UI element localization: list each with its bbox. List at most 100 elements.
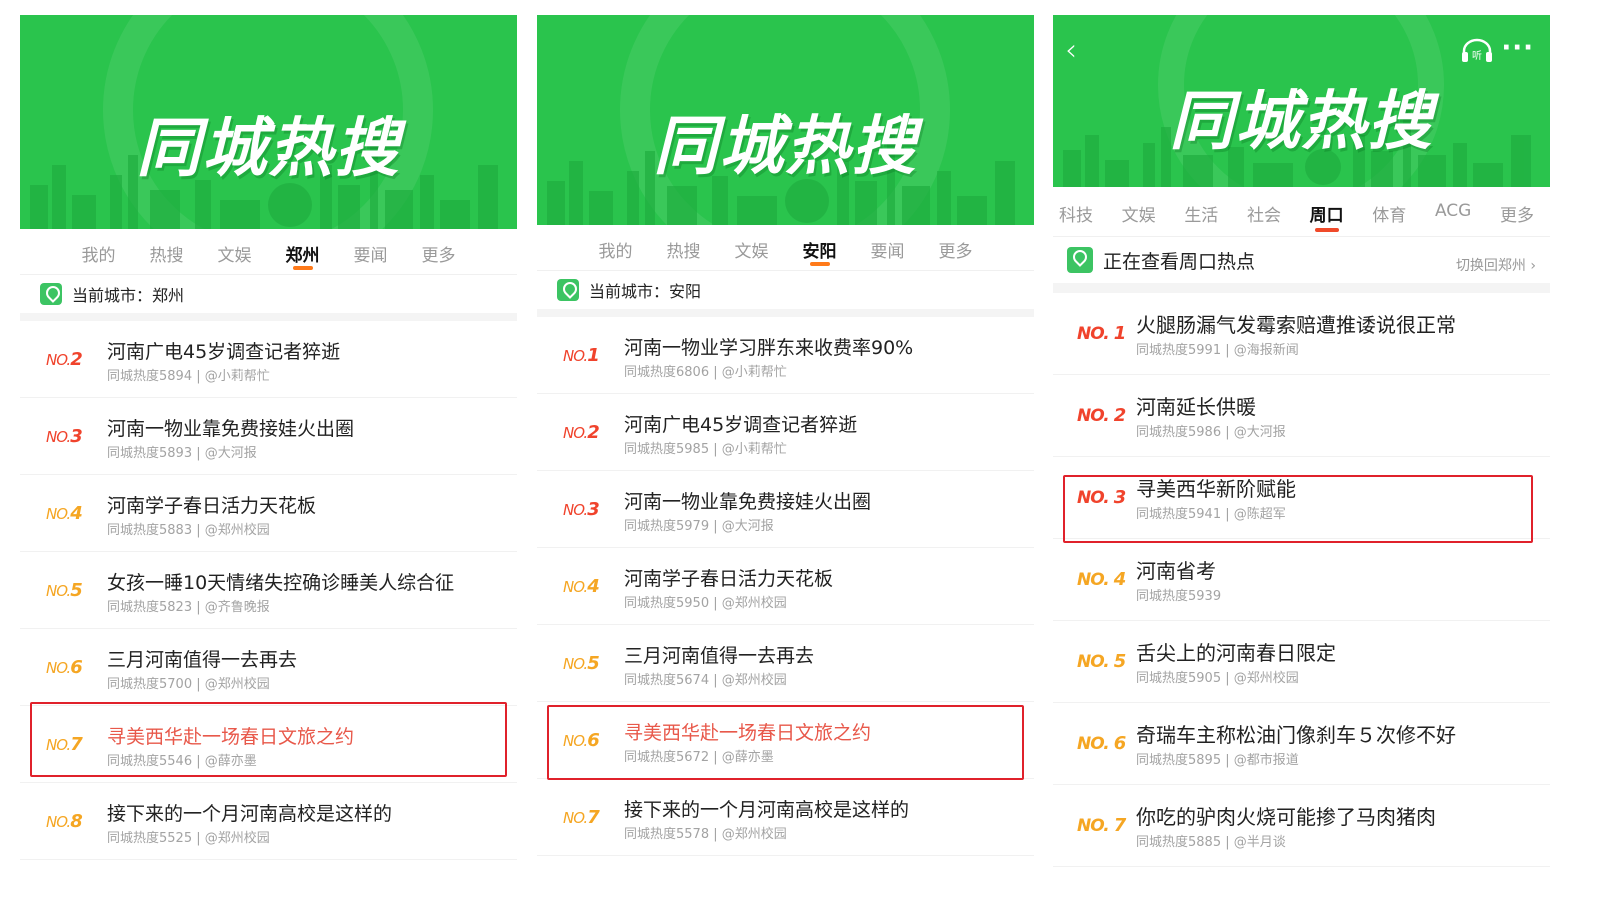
list-item[interactable]: NO.6 三月河南值得一去再去 同城热度5700 | @郑州校园 <box>20 629 517 706</box>
list-item[interactable]: NO.4 河南学子春日活力天花板 同城热度5950 | @郑州校园 <box>537 548 1034 625</box>
list-item[interactable]: NO. 7 你吃的驴肉火烧可能掺了马肉猪肉同城热度5885 | @半月谈 <box>1053 785 1550 867</box>
current-city-bar: 正在查看周口热点 切换回郑州 › <box>1053 237 1550 293</box>
list-item[interactable]: NO.4 河南学子春日活力天花板 同城热度5883 | @郑州校园 <box>20 475 517 552</box>
tab-news[interactable]: 要闻 <box>854 225 922 270</box>
rank-badge: NO.5 <box>46 580 83 601</box>
item-title: 河南学子春日活力天花板 <box>624 568 834 590</box>
item-title: 河南一物业靠免费接娃火出圈 <box>624 491 872 513</box>
hot-search-panel-zhoukou: ‹ 听 ··· 同城热搜 科技 文娱 生活 社会 周口 体育 ACG 更多 正在… <box>1053 15 1550 885</box>
item-title: 河南省考 <box>1136 559 1216 583</box>
tab-hot[interactable]: 热搜 <box>650 225 718 270</box>
banner: 同城热搜 <box>537 15 1034 225</box>
rank-badge: NO.3 <box>46 426 83 447</box>
item-meta: 同城热度5979 | @大河报 <box>624 519 774 534</box>
rank-badge: NO. 1 <box>1077 323 1126 344</box>
item-title: 河南延长供暖 <box>1136 395 1256 419</box>
location-pin-icon <box>40 283 62 305</box>
tab-city[interactable]: 安阳 <box>786 225 854 270</box>
item-title: 三月河南值得一去再去 <box>624 645 815 667</box>
rank-badge: NO.1 <box>563 345 600 366</box>
listen-headphone-icon[interactable]: 听 <box>1460 37 1494 63</box>
item-meta: 同城热度5950 | @郑州校园 <box>624 596 787 611</box>
list-item[interactable]: NO. 6 奇瑞车主称松油门像刹车５次修不好同城热度5895 | @都市报道 <box>1053 703 1550 785</box>
tab-mine[interactable]: 我的 <box>582 225 650 270</box>
list-item[interactable]: NO.8 接下来的一个月河南高校是这样的 同城热度5525 | @郑州校园 <box>20 783 517 860</box>
item-meta: 同城热度5578 | @郑州校园 <box>624 827 787 842</box>
item-title: 你吃的驴肉火烧可能掺了马肉猪肉 <box>1136 805 1436 829</box>
tab-sports[interactable]: 体育 <box>1366 187 1412 236</box>
tab-entertainment[interactable]: 文娱 <box>1116 187 1162 236</box>
category-tabs: 科技 文娱 生活 社会 周口 体育 ACG 更多 <box>1053 187 1550 237</box>
item-meta: 同城热度5893 | @大河报 <box>107 446 257 461</box>
switch-city-link[interactable]: 切换回郑州 › <box>1456 255 1536 275</box>
tab-news[interactable]: 要闻 <box>337 229 405 274</box>
rank-badge: NO.4 <box>46 503 83 524</box>
tab-tech[interactable]: 科技 <box>1053 187 1099 236</box>
current-city-label: 正在查看周口热点 <box>1103 250 1256 273</box>
rank-badge: NO.2 <box>46 349 83 370</box>
listen-label: 听 <box>1472 50 1482 62</box>
tab-entertainment[interactable]: 文娱 <box>201 229 269 274</box>
tab-city[interactable]: 周口 <box>1304 187 1350 236</box>
item-meta: 同城热度5991 | @海报新闻 <box>1136 343 1299 358</box>
item-meta: 同城热度5885 | @半月谈 <box>1136 835 1286 850</box>
item-title: 河南一物业学习胖东来收费率90% <box>624 337 914 359</box>
item-title: 河南一物业靠免费接娃火出圈 <box>107 418 355 440</box>
list-item[interactable]: NO. 1 火腿肠漏气发霉索赔遭推诿说很正常同城热度5991 | @海报新闻 <box>1053 293 1550 375</box>
list-item[interactable]: NO.3 河南一物业靠免费接娃火出圈同城热度5979 | @大河报 <box>537 471 1034 548</box>
item-meta: 同城热度5883 | @郑州校园 <box>107 523 270 538</box>
tab-acg[interactable]: ACG <box>1429 187 1477 236</box>
list-item[interactable]: NO.7 接下来的一个月河南高校是这样的 同城热度5578 | @郑州校园 <box>537 779 1034 856</box>
list-item[interactable]: NO. 2 河南延长供暖同城热度5986 | @大河报 <box>1053 375 1550 457</box>
current-city-bar: 当前城市：安阳 <box>537 271 1034 317</box>
rank-badge: NO. 6 <box>1077 733 1126 754</box>
item-title: 舌尖上的河南春日限定 <box>1136 641 1336 665</box>
list-item[interactable]: NO.5 女孩一睡10天情绪失控确诊睡美人综合征 同城热度5823 | @齐鲁晚报 <box>20 552 517 629</box>
item-meta: 同城热度5985 | @小莉帮忙 <box>624 442 787 457</box>
item-meta: 同城热度5894 | @小莉帮忙 <box>107 369 270 384</box>
banner: 同城热搜 <box>20 15 517 229</box>
more-options-icon[interactable]: ··· <box>1501 33 1534 63</box>
rank-badge: NO. 7 <box>1077 815 1126 836</box>
current-city-bar: 当前城市：郑州 <box>20 275 517 321</box>
tab-more[interactable]: 更多 <box>922 225 990 270</box>
current-city-label: 当前城市：安阳 <box>589 282 702 301</box>
rank-badge: NO.3 <box>563 499 600 520</box>
list-item[interactable]: NO.3 河南一物业靠免费接娃火出圈同城热度5893 | @大河报 <box>20 398 517 475</box>
tab-more[interactable]: 更多 <box>405 229 473 274</box>
list-item[interactable]: NO.2 河南广电45岁调查记者猝逝同城热度5894 | @小莉帮忙 <box>20 321 517 398</box>
tab-hot[interactable]: 热搜 <box>133 229 201 274</box>
tab-society[interactable]: 社会 <box>1241 187 1287 236</box>
list-item[interactable]: NO. 5 舌尖上的河南春日限定同城热度5905 | @郑州校园 <box>1053 621 1550 703</box>
item-title: 奇瑞车主称松油门像刹车５次修不好 <box>1136 723 1456 747</box>
rank-badge: NO. 5 <box>1077 651 1126 672</box>
rank-badge: NO. 2 <box>1077 405 1126 426</box>
rank-badge: NO.6 <box>46 657 83 678</box>
banner-title: 同城热搜 <box>653 110 918 184</box>
list-item[interactable]: NO.2 河南广电45岁调查记者猝逝 同城热度5985 | @小莉帮忙 <box>537 394 1034 471</box>
item-meta: 同城热度5986 | @大河报 <box>1136 425 1286 440</box>
item-meta: 同城热度5905 | @郑州校园 <box>1136 671 1299 686</box>
item-title: 接下来的一个月河南高校是这样的 <box>107 803 393 825</box>
tab-city[interactable]: 郑州 <box>269 229 337 274</box>
highlight-box <box>30 702 507 777</box>
item-title: 火腿肠漏气发霉索赔遭推诿说很正常 <box>1136 313 1456 337</box>
tab-more[interactable]: 更多 <box>1494 187 1540 236</box>
hot-list: NO. 1 火腿肠漏气发霉索赔遭推诿说很正常同城热度5991 | @海报新闻 NO… <box>1053 293 1550 867</box>
item-meta: 同城热度5895 | @都市报道 <box>1136 753 1299 768</box>
tab-life[interactable]: 生活 <box>1178 187 1224 236</box>
item-title: 河南广电45岁调查记者猝逝 <box>107 341 341 363</box>
item-meta: 同城热度5939 <box>1136 589 1222 604</box>
banner-title: 同城热搜 <box>136 112 401 186</box>
list-item[interactable]: NO.1 河南一物业学习胖东来收费率90% 同城热度6806 | @小莉帮忙 <box>537 317 1034 394</box>
rank-badge: NO.5 <box>563 653 600 674</box>
rank-badge: NO.8 <box>46 811 83 832</box>
list-item[interactable]: NO. 4 河南省考 同城热度5939 <box>1053 539 1550 621</box>
list-item[interactable]: NO.5 三月河南值得一去再去 同城热度5674 | @郑州校园 <box>537 625 1034 702</box>
tab-mine[interactable]: 我的 <box>65 229 133 274</box>
item-meta: 同城热度6806 | @小莉帮忙 <box>624 365 787 380</box>
highlight-box <box>547 705 1024 780</box>
item-title: 河南广电45岁调查记者猝逝 <box>624 414 858 436</box>
back-arrow-icon[interactable]: ‹ <box>1065 33 1077 68</box>
tab-entertainment[interactable]: 文娱 <box>718 225 786 270</box>
